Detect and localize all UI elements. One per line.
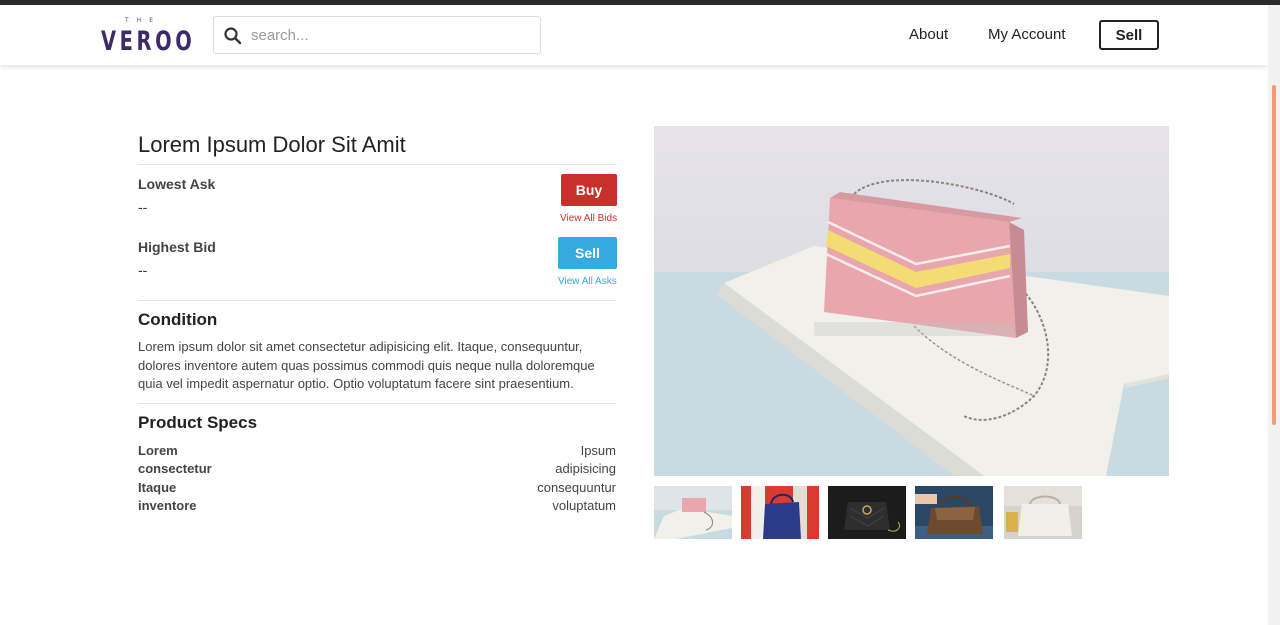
spec-key: Lorem: [138, 443, 178, 458]
veroo-logo[interactable]: THE VEROO: [101, 17, 196, 57]
site-header: THE VEROO About My Account Sell: [0, 5, 1268, 65]
spec-row: Itaque consequuntur: [138, 479, 616, 497]
thumbnail-blue-tote[interactable]: [741, 486, 819, 539]
spec-row: Lorem Ipsum: [138, 442, 616, 460]
product-specs-heading: Product Specs: [138, 413, 258, 432]
scrollbar-thumb[interactable]: [1272, 85, 1276, 425]
logo-text: VEROO: [101, 26, 196, 57]
thumbnail-black-bag[interactable]: [828, 486, 906, 539]
thumbnail-white-bag[interactable]: [1004, 486, 1082, 539]
nav-my-account-link[interactable]: My Account: [988, 26, 1066, 43]
divider: [138, 403, 616, 404]
logo-small-text: THE: [125, 17, 161, 24]
spec-value: consequuntur: [537, 479, 616, 495]
view-all-bids-link[interactable]: View All Bids: [560, 213, 617, 224]
view-all-asks-link[interactable]: View All Asks: [558, 276, 617, 287]
buy-button[interactable]: Buy: [561, 174, 617, 206]
search-box: [213, 16, 541, 54]
product-title: Lorem Ipsum Dolor Sit Amit: [138, 132, 406, 157]
divider: [138, 164, 616, 165]
highest-bid-label: Highest Bid: [138, 239, 216, 255]
sell-button[interactable]: Sell: [558, 237, 617, 269]
main-product-image: [654, 126, 1169, 476]
search-input[interactable]: [251, 18, 531, 52]
spec-row: inventore voluptatum: [138, 497, 616, 515]
product-specs-table: Lorem Ipsum consectetur adipisicing Itaq…: [138, 442, 616, 515]
spec-key: consectetur: [138, 461, 212, 477]
search-icon[interactable]: [223, 26, 243, 46]
spec-value: Ipsum: [580, 443, 616, 458]
highest-bid-value: --: [138, 262, 148, 278]
divider: [138, 300, 616, 301]
nav-about-link[interactable]: About: [909, 26, 948, 43]
condition-text: Lorem ipsum dolor sit amet consectetur a…: [138, 339, 595, 391]
nav-sell-button[interactable]: Sell: [1099, 20, 1159, 50]
lowest-ask-label: Lowest Ask: [138, 176, 216, 192]
condition-heading: Condition: [138, 310, 218, 329]
thumbnail-monogram-bag[interactable]: [915, 486, 993, 539]
spec-value: voluptatum: [552, 497, 616, 513]
page-scrollbar[interactable]: [1268, 5, 1280, 625]
spec-key: Itaque: [138, 479, 177, 495]
spec-key: inventore: [138, 497, 197, 513]
spec-row: consectetur adipisicing: [138, 460, 616, 478]
lowest-ask-value: --: [138, 199, 148, 215]
spec-value: adipisicing: [555, 461, 616, 477]
thumbnail-pink-bag[interactable]: [654, 486, 732, 539]
